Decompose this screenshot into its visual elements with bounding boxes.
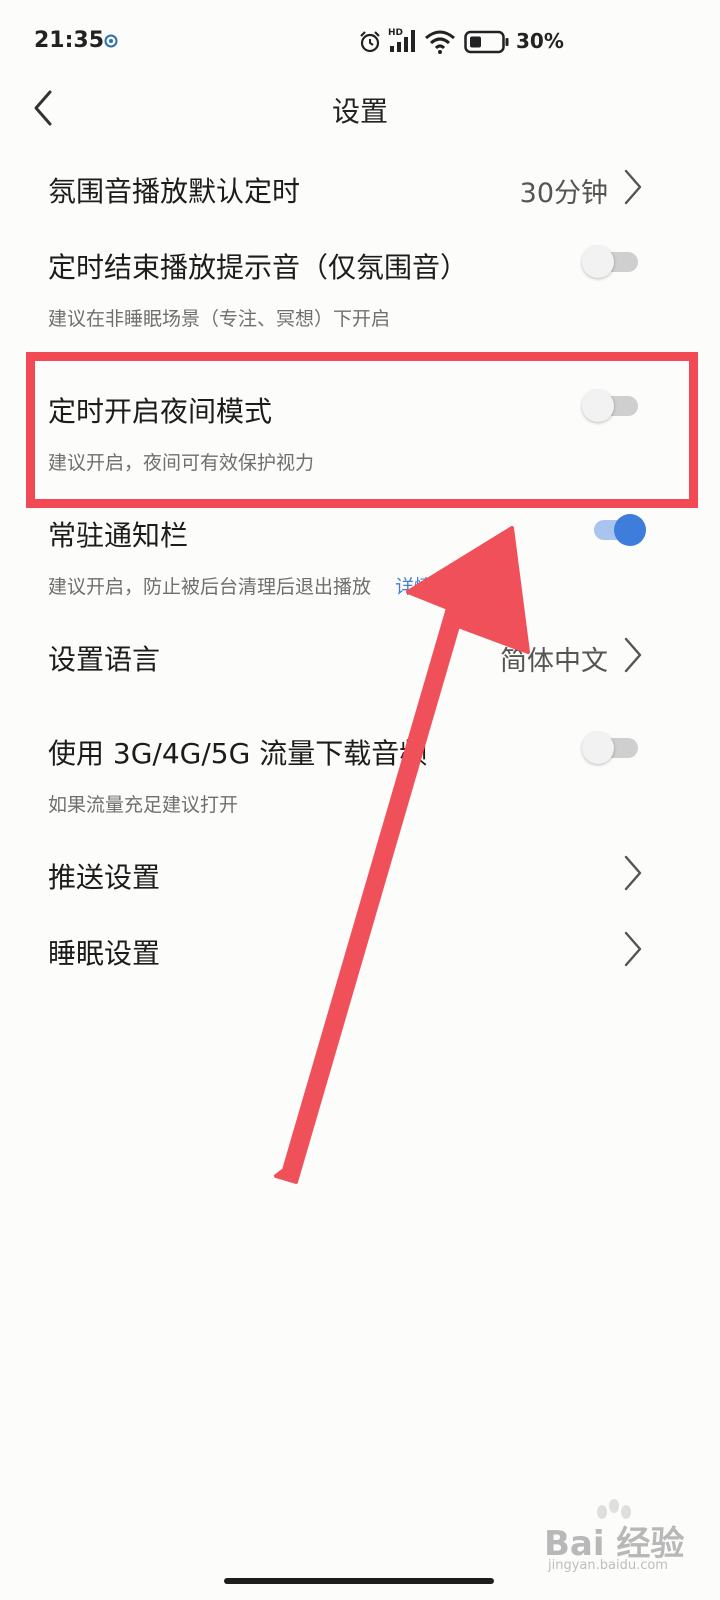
chevron-right-icon — [624, 637, 642, 673]
app-notification-icon — [104, 34, 118, 48]
setting-value: 简体中文 — [500, 646, 608, 677]
setting-title: 睡眠设置 — [48, 937, 161, 970]
battery-icon — [464, 30, 509, 54]
notification-toggle[interactable] — [582, 514, 646, 548]
status-time: 21:35 — [34, 28, 105, 53]
setting-subtitle: 如果流量充足建议打开 — [48, 794, 239, 816]
mobile-data-toggle[interactable] — [582, 732, 640, 766]
chevron-right-icon — [624, 855, 642, 891]
cellular-signal-icon: HD — [388, 28, 415, 52]
top-bar: 设置 — [0, 84, 720, 144]
end-tone-toggle[interactable] — [582, 246, 640, 280]
setting-title: 定时开启夜间模式 — [48, 395, 273, 428]
setting-end-tone: 定时结束播放提示音（仅氛围音） 建议在非睡眠场景（专注、冥想）下开启 — [0, 236, 720, 336]
home-indicator[interactable] — [224, 1578, 494, 1584]
setting-sleep[interactable]: 睡眠设置 — [0, 922, 720, 982]
setting-default-timer[interactable]: 氛围音播放默认定时 30分钟 — [0, 160, 720, 220]
setting-subtitle: 建议开启，防止被后台清理后退出播放 详情 — [48, 572, 433, 599]
alarm-icon — [360, 31, 380, 53]
setting-subtitle-text: 建议开启，防止被后台清理后退出播放 — [48, 576, 372, 598]
watermark-url: jingyan.baidu.com — [548, 1558, 668, 1573]
setting-notification: 常驻通知栏 建议开启，防止被后台清理后退出播放 详情 — [0, 504, 720, 604]
setting-title: 常驻通知栏 — [48, 519, 189, 552]
wifi-icon — [425, 30, 455, 54]
setting-title: 定时结束播放提示音（仅氛围音） — [48, 251, 469, 284]
setting-mobile-data: 使用 3G/4G/5G 流量下载音频 如果流量充足建议打开 — [0, 722, 720, 822]
night-mode-toggle[interactable] — [582, 390, 640, 424]
setting-title: 使用 3G/4G/5G 流量下载音频 — [48, 737, 428, 770]
setting-subtitle: 建议开启，夜间可有效保护视力 — [48, 452, 315, 474]
page-title: 设置 — [331, 95, 388, 128]
setting-title: 设置语言 — [48, 643, 161, 676]
setting-subtitle: 建议在非睡眠场景（专注、冥想）下开启 — [48, 308, 391, 330]
setting-value: 30分钟 — [519, 178, 608, 209]
setting-title: 氛围音播放默认定时 — [48, 175, 301, 208]
details-link[interactable]: 详情 — [395, 576, 433, 598]
svg-text:HD: HD — [388, 28, 403, 38]
status-bar: 21:35 HD 30% — [0, 0, 720, 84]
chevron-right-icon — [624, 169, 642, 205]
chevron-right-icon — [624, 931, 642, 967]
battery-percent: 30% — [516, 29, 564, 53]
setting-night-mode: 定时开启夜间模式 建议开启，夜间可有效保护视力 — [0, 380, 720, 480]
setting-push[interactable]: 推送设置 — [0, 846, 720, 906]
setting-language[interactable]: 设置语言 简体中文 — [0, 628, 720, 688]
setting-title: 推送设置 — [48, 861, 161, 894]
